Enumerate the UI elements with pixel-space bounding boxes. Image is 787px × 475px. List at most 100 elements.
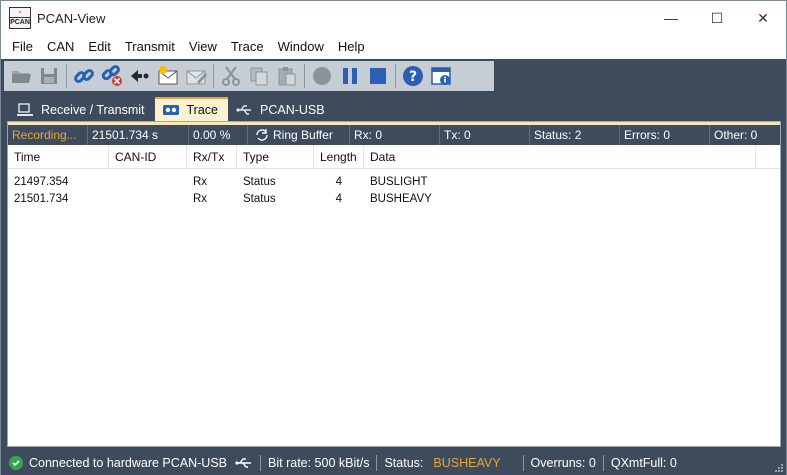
pause-button[interactable]: [336, 62, 364, 90]
col-data[interactable]: Data: [364, 144, 756, 169]
menu-transmit[interactable]: Transmit: [118, 35, 182, 59]
cell-data: BUSHEAVY: [370, 192, 432, 205]
tab-trace[interactable]: Trace: [154, 97, 229, 121]
new-message-icon: [158, 66, 178, 85]
menu-file[interactable]: File: [5, 35, 40, 59]
about-icon: [431, 67, 451, 85]
menu-trace[interactable]: Trace: [224, 35, 271, 59]
toolbar: ?: [1, 59, 786, 93]
svg-text:?: ?: [409, 69, 417, 85]
reset-button[interactable]: [126, 62, 154, 90]
qxmtfull: QXmtFull: 0: [610, 455, 677, 470]
app-window: ▫ PCAN PCAN-View — ☐ ✕ File CAN Edit Tra…: [0, 0, 787, 475]
status-separator: [522, 454, 524, 471]
copy-icon: [250, 67, 268, 86]
close-icon: ✕: [757, 9, 769, 26]
cell-time: 21501.734: [14, 192, 69, 205]
menu-can[interactable]: CAN: [40, 35, 81, 59]
other-count: Other: 0: [714, 128, 758, 142]
connect-icon: [74, 69, 94, 83]
menu-edit[interactable]: Edit: [81, 35, 117, 59]
disconnect-icon: [101, 65, 122, 86]
cell-type: Status: [243, 175, 276, 188]
toolbar-separator: [66, 64, 67, 88]
recording-indicator: Recording...: [8, 125, 88, 145]
table-row[interactable]: 21501.734 Rx Status 4 BUSHEAVY: [8, 190, 780, 207]
trace-panel: Recording... 21501.734 s 0.00 % Ring Buf…: [7, 121, 781, 447]
pause-icon: [343, 68, 357, 84]
save-button[interactable]: [35, 62, 63, 90]
cell-rxtx: Rx: [193, 175, 208, 188]
cell-length: 4: [335, 175, 342, 188]
minimize-button[interactable]: —: [648, 1, 694, 35]
tab-pcan-usb[interactable]: PCAN-USB: [228, 99, 335, 121]
tab-label: Receive / Transmit: [41, 103, 145, 117]
overruns: Overruns: 0: [530, 455, 596, 470]
cell-time: 21497.354: [14, 175, 69, 188]
paste-icon: [278, 67, 296, 86]
connect-button[interactable]: [70, 62, 98, 90]
menu-help[interactable]: Help: [331, 35, 372, 59]
record-icon: [313, 67, 331, 85]
connected-icon: [9, 455, 23, 470]
window-title: PCAN-View: [37, 10, 106, 26]
about-button[interactable]: [427, 62, 455, 90]
help-button[interactable]: ?: [399, 62, 427, 90]
edit-message-button[interactable]: [182, 62, 210, 90]
cell-rxtx: Rx: [193, 192, 208, 205]
network-icon: [17, 103, 33, 116]
usb-icon: [236, 105, 252, 115]
menu-window[interactable]: Window: [271, 35, 331, 59]
col-rxtx[interactable]: Rx/Tx: [187, 144, 237, 169]
tab-bar: Receive / Transmit Trace PCAN-USB: [1, 97, 786, 121]
toolbar-separator: [304, 64, 305, 88]
trace-table-header: Time CAN-ID Rx/Tx Type Length Data: [8, 144, 780, 169]
status-count: Status: 2: [530, 125, 620, 145]
tab-receive-transmit[interactable]: Receive / Transmit: [9, 99, 155, 121]
status-separator: [602, 454, 604, 471]
trace-fill-level: 0.00 %: [189, 125, 248, 145]
pcan-app-icon: ▫ PCAN: [9, 7, 31, 29]
stop-button[interactable]: [364, 62, 392, 90]
tx-count: Tx: 0: [440, 125, 530, 145]
status-bar: Connected to hardware PCAN-USB Bit rate:…: [1, 450, 786, 475]
disconnect-button[interactable]: [98, 62, 126, 90]
col-length[interactable]: Length: [314, 144, 364, 169]
usb-icon: [235, 457, 252, 468]
minimize-icon: —: [664, 10, 678, 26]
tape-icon: [162, 105, 179, 115]
edit-message-icon: [186, 70, 207, 85]
menu-view[interactable]: View: [182, 35, 224, 59]
cut-icon: [222, 66, 240, 86]
help-icon: ?: [403, 66, 423, 86]
new-message-button[interactable]: [154, 62, 182, 90]
ring-buffer-label: Ring Buffer: [273, 128, 333, 142]
status-separator: [260, 454, 262, 471]
open-folder-icon: [12, 71, 31, 83]
trace-time: 21501.734 s: [88, 125, 189, 145]
record-button[interactable]: [308, 62, 336, 90]
copy-button[interactable]: [245, 62, 273, 90]
cell-data: BUSLIGHT: [370, 175, 428, 188]
bus-status-value: BUSHEAVY: [433, 455, 501, 470]
reset-icon: [131, 70, 149, 82]
open-button[interactable]: [7, 62, 35, 90]
maximize-button[interactable]: ☐: [694, 1, 740, 35]
ring-buffer-mode[interactable]: Ring Buffer: [248, 125, 350, 145]
error-count: Errors: 0: [620, 125, 710, 145]
cut-button[interactable]: [217, 62, 245, 90]
bitrate: Bit rate: 500 kBit/s: [268, 455, 370, 470]
cell-length: 4: [335, 192, 342, 205]
trace-status-row: Recording... 21501.734 s 0.00 % Ring Buf…: [8, 122, 780, 145]
table-row[interactable]: 21497.354 Rx Status 4 BUSLIGHT: [8, 173, 780, 190]
toolbar-separator: [213, 64, 214, 88]
title-bar: ▫ PCAN PCAN-View — ☐ ✕: [1, 1, 786, 35]
resize-grip-icon[interactable]: [774, 463, 784, 473]
col-type[interactable]: Type: [237, 144, 314, 169]
close-button[interactable]: ✕: [740, 1, 786, 35]
col-time[interactable]: Time: [8, 144, 109, 169]
col-can-id[interactable]: CAN-ID: [109, 144, 187, 169]
bus-status-label: Status:: [384, 455, 424, 470]
paste-button[interactable]: [273, 62, 301, 90]
cell-type: Status: [243, 192, 276, 205]
